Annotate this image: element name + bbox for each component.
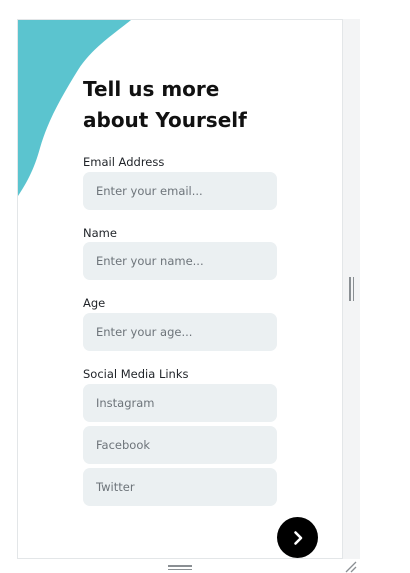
name-field[interactable]	[83, 242, 277, 280]
horizontal-resize-handle-icon[interactable]	[168, 565, 192, 571]
page-title: Tell us more about Yourself	[83, 74, 313, 136]
preview-viewport: Tell us more about Yourself Email Addres…	[0, 0, 410, 573]
chevron-right-icon	[293, 530, 302, 545]
title-line-2: about Yourself	[83, 108, 247, 132]
next-button[interactable]	[277, 517, 318, 558]
age-label: Age	[83, 296, 106, 310]
vertical-resize-handle-icon[interactable]	[349, 277, 355, 301]
age-field[interactable]	[83, 313, 277, 351]
email-field[interactable]	[83, 172, 277, 210]
form-card: Tell us more about Yourself Email Addres…	[17, 19, 343, 559]
name-label: Name	[83, 226, 117, 240]
facebook-field[interactable]	[83, 426, 277, 464]
instagram-field[interactable]	[83, 384, 277, 422]
social-media-label: Social Media Links	[83, 367, 189, 381]
twitter-field[interactable]	[83, 468, 277, 506]
email-label: Email Address	[83, 155, 165, 169]
title-line-1: Tell us more	[83, 77, 220, 101]
resize-grip-icon[interactable]	[344, 561, 358, 573]
